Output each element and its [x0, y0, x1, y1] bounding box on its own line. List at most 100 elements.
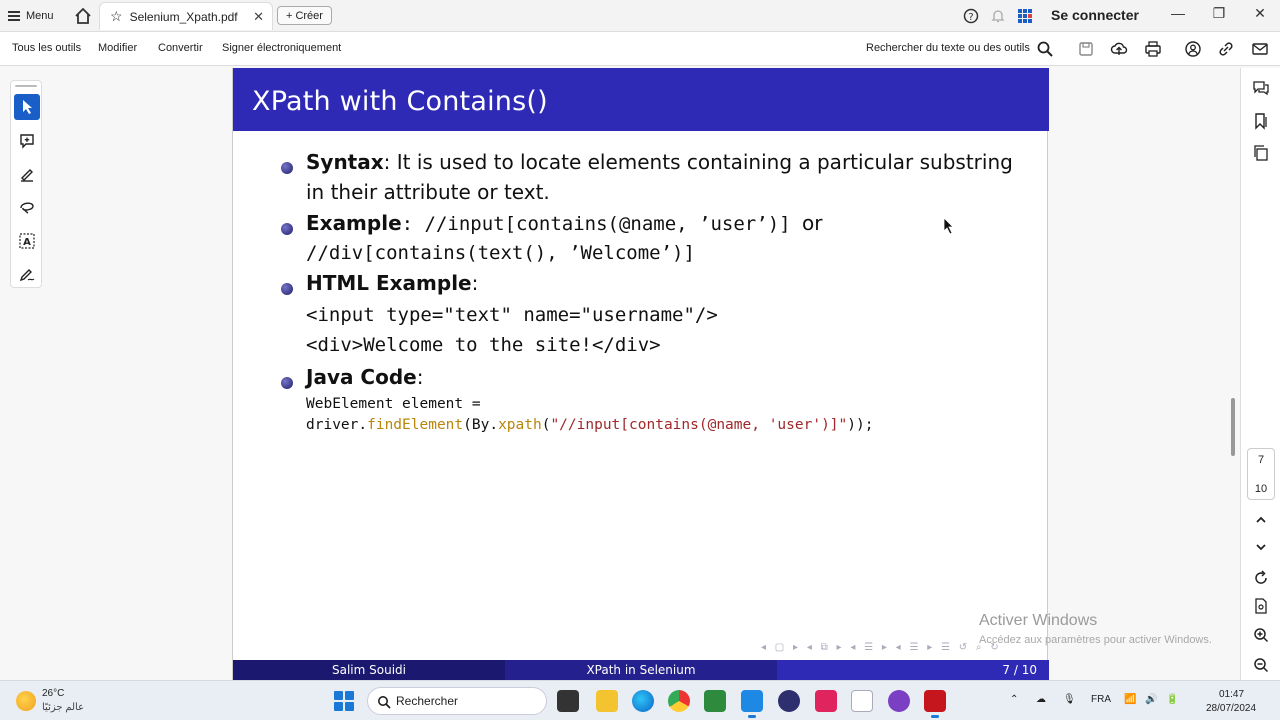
save-icon[interactable]: [1077, 40, 1095, 58]
toolbar-convert[interactable]: Convertir: [158, 42, 203, 54]
share-user-icon[interactable]: [1184, 40, 1202, 58]
toolbar-all-tools[interactable]: Tous les outils: [12, 42, 81, 54]
toolbar-esign[interactable]: Signer électroniquement: [222, 42, 341, 54]
syntax-label: Syntax: [306, 150, 384, 174]
taskbar-search-box[interactable]: Rechercher: [367, 687, 547, 715]
comments-icon[interactable]: [1251, 78, 1271, 98]
email-icon[interactable]: [1251, 40, 1269, 58]
freehand-draw-icon[interactable]: [14, 194, 40, 220]
restore-icon[interactable]: ❐: [1207, 5, 1231, 22]
svg-text:A: A: [23, 237, 31, 248]
java-method-token: findElement: [367, 417, 464, 433]
next-page-icon[interactable]: [1251, 537, 1271, 557]
weather-description[interactable]: عالم جزئيًا: [42, 702, 84, 713]
plus-icon: +: [286, 9, 293, 22]
excel-like-app-icon[interactable]: [704, 690, 726, 712]
text-box-icon[interactable]: A: [14, 228, 40, 254]
edge-browser-icon[interactable]: [632, 690, 654, 712]
page-scan-icon[interactable]: [1251, 596, 1271, 616]
panel-grip[interactable]: [15, 85, 37, 87]
create-label: Créer: [295, 9, 323, 22]
footer-title: XPath in Selenium: [505, 660, 777, 680]
document-tab[interactable]: ☆ Selenium_Xpath.pdf ✕: [99, 2, 273, 30]
battery-icon[interactable]: 🔋: [1166, 694, 1178, 705]
volume-icon[interactable]: 🔊: [1145, 694, 1157, 705]
apps-grid-icon[interactable]: [1015, 6, 1035, 26]
signature-pen-icon[interactable]: [14, 261, 40, 287]
windows-start-icon[interactable]: [334, 691, 354, 711]
bullet-icon: [281, 377, 293, 389]
chrome-icon[interactable]: [668, 690, 690, 712]
show-hidden-icons[interactable]: ⌃: [1010, 694, 1018, 705]
wifi-icon[interactable]: 📶: [1124, 694, 1136, 705]
syntax-text-continued: in their attribute or text.: [306, 180, 550, 204]
toolbar-edit[interactable]: Modifier: [98, 42, 137, 54]
slide-header: XPath with Contains(): [233, 68, 1049, 131]
example-code-continued: //div[contains(text(), ’Welcome’)]: [306, 242, 695, 264]
zoom-in-icon[interactable]: [1251, 625, 1271, 645]
tab-title: Selenium_Xpath.pdf: [129, 9, 238, 24]
clock-time[interactable]: 01:47: [1219, 689, 1244, 700]
search-icon: [378, 696, 391, 709]
java-method-token: xpath: [498, 417, 542, 433]
activate-windows-subtitle: Accédez aux paramètres pour activer Wind…: [979, 634, 1212, 646]
notification-bell-icon[interactable]: [988, 6, 1008, 26]
upload-cloud-icon[interactable]: [1110, 40, 1128, 58]
intellij-icon[interactable]: [815, 690, 837, 712]
language-indicator[interactable]: FRA: [1091, 694, 1111, 705]
eclipse-icon[interactable]: [778, 690, 800, 712]
vertical-scrollbar-thumb[interactable]: [1231, 398, 1235, 456]
search-icon[interactable]: [1036, 40, 1054, 58]
taskbar-search-label: Rechercher: [396, 694, 459, 708]
minimize-icon[interactable]: —: [1166, 5, 1190, 21]
weather-icon[interactable]: [16, 691, 36, 711]
highlight-pen-icon[interactable]: [14, 161, 40, 187]
main-toolbar: Tous les outils Modifier Convertir Signe…: [0, 32, 1280, 66]
footer-author: Salim Souidi: [233, 660, 505, 680]
onedrive-icon[interactable]: ☁: [1036, 694, 1046, 705]
pdf-page[interactable]: XPath with Contains() Syntax: It is used…: [232, 68, 1049, 680]
microphone-icon[interactable]: 🎙: [1063, 694, 1076, 705]
home-icon[interactable]: [72, 5, 94, 27]
slide-title: XPath with Contains(): [252, 86, 548, 117]
syntax-line: Syntax: It is used to locate elements co…: [306, 150, 1013, 174]
bookmark-icon[interactable]: [1251, 111, 1271, 131]
weather-temperature[interactable]: 26°C: [42, 688, 64, 699]
vscode-icon[interactable]: [741, 690, 763, 718]
example-label: Example: [306, 211, 402, 235]
create-button[interactable]: + Créer: [277, 6, 332, 25]
task-view-icon[interactable]: [557, 690, 579, 712]
html-code-line-2: <div>Welcome to the site!</div>: [306, 334, 661, 356]
page-indicator[interactable]: 7 10: [1247, 448, 1275, 500]
app-icon[interactable]: [851, 690, 873, 712]
rotate-icon[interactable]: [1251, 568, 1271, 588]
star-icon[interactable]: ☆: [110, 8, 123, 25]
copy-pages-icon[interactable]: [1251, 143, 1271, 163]
clock-date[interactable]: 28/07/2024: [1206, 703, 1256, 714]
previous-page-icon[interactable]: [1251, 510, 1271, 530]
syntax-text: : It is used to locate elements containi…: [383, 150, 1013, 174]
zoom-out-icon[interactable]: [1251, 655, 1271, 675]
current-page-number[interactable]: 7: [1248, 454, 1274, 466]
beamer-navigation-symbols[interactable]: ◂ ▢ ▸ ◂ ⧉ ▸ ◂ ☰ ▸ ◂ ☰ ▸ ☰ ↺ ⌕ ↻: [761, 642, 1002, 653]
menu-button[interactable]: Menu: [8, 6, 54, 26]
annotation-tools-panel: A: [10, 80, 42, 288]
search-tools-label[interactable]: Rechercher du texte ou des outils: [866, 42, 1030, 54]
link-icon[interactable]: [1217, 40, 1235, 58]
close-tab-icon[interactable]: ✕: [253, 9, 264, 25]
footer-page-number: 7 / 10: [777, 660, 1049, 680]
print-icon[interactable]: [1144, 40, 1162, 58]
add-comment-icon[interactable]: [14, 128, 40, 154]
file-explorer-icon[interactable]: [596, 690, 618, 712]
close-window-icon[interactable]: ✕: [1248, 5, 1272, 22]
java-code-line-2: driver.findElement(By.xpath("//input[con…: [306, 417, 873, 433]
svg-text:?: ?: [968, 12, 973, 23]
acrobat-icon[interactable]: [924, 690, 946, 718]
sign-in-link[interactable]: Se connecter: [1051, 7, 1139, 23]
example-or: or: [802, 211, 823, 235]
help-icon[interactable]: ?: [961, 6, 981, 26]
github-desktop-icon[interactable]: [888, 690, 910, 712]
example-code: : //input[contains(@name, ’user’)]: [401, 213, 803, 235]
select-tool-icon[interactable]: [14, 94, 40, 120]
footer-page-text: 7 / 10: [1002, 663, 1037, 677]
